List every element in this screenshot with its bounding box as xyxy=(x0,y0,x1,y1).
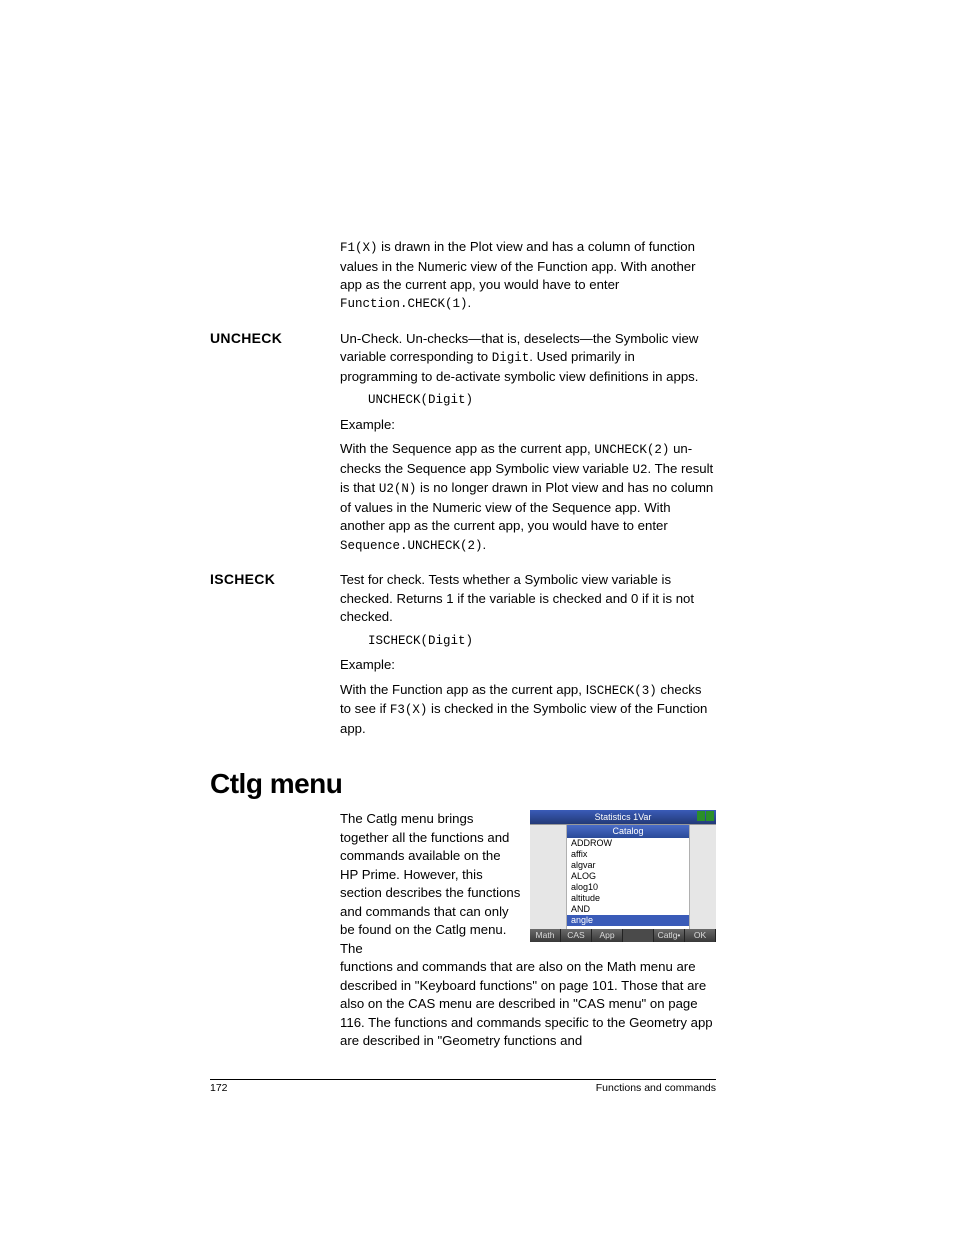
ischeck-example: With the Function app as the current app… xyxy=(340,681,716,738)
status-indicators xyxy=(697,811,714,821)
ischeck-label: ISCHECK xyxy=(210,571,340,744)
example-label: Example: xyxy=(340,656,716,674)
list-item-selected: angle xyxy=(567,915,689,926)
list-item: AND xyxy=(567,904,689,915)
softkey-app: App xyxy=(592,929,623,942)
footer-section: Functions and commands xyxy=(596,1082,716,1094)
ischeck-syntax: ISCHECK(Digit) xyxy=(340,633,716,651)
page: F1(X) is drawn in the Plot view and has … xyxy=(0,0,954,1094)
catalog-header: Catalog xyxy=(567,825,689,838)
softkey-row: Math CAS App Catlg• OK xyxy=(530,929,716,942)
softkey-blank xyxy=(623,929,654,942)
softkey-math: Math xyxy=(530,929,561,942)
list-item: affix xyxy=(567,849,689,860)
uncheck-label: UNCHECK xyxy=(210,330,340,561)
uncheck-syntax: UNCHECK(Digit) xyxy=(340,392,716,410)
code: Function.CHECK(1) xyxy=(340,297,468,311)
ctlg-intro: The Catlg menu brings together all the f… xyxy=(340,810,522,958)
list-item: ADDROW xyxy=(567,838,689,849)
ctlg-block: The Catlg menu brings together all the f… xyxy=(210,810,716,1056)
ctlg-heading: Ctlg menu xyxy=(210,768,716,800)
page-footer: 172 Functions and commands xyxy=(210,1079,716,1094)
uncheck-block: UNCHECK Un-Check. Un-checks—that is, des… xyxy=(210,330,716,561)
uncheck-example: With the Sequence app as the current app… xyxy=(340,440,716,555)
intro-block: F1(X) is drawn in the Plot view and has … xyxy=(210,238,716,320)
intro-para: F1(X) is drawn in the Plot view and has … xyxy=(340,238,716,314)
catalog-list: Catalog ADDROW affix algvar ALOG alog10 … xyxy=(567,825,689,929)
example-label: Example: xyxy=(340,416,716,434)
softkey-cas: CAS xyxy=(561,929,592,942)
softkey-ok: OK xyxy=(685,929,716,942)
screenshot-titlebar: Statistics 1Var xyxy=(530,810,716,824)
code: F1(X) xyxy=(340,241,378,255)
uncheck-desc: Un-Check. Un-checks—that is, deselects—t… xyxy=(340,330,716,386)
catalog-screenshot: Statistics 1Var Catalog ADDROW affix alg… xyxy=(530,810,716,958)
list-item: altitude xyxy=(567,893,689,904)
softkey-catlg: Catlg• xyxy=(654,929,685,942)
screenshot-left-panel xyxy=(530,825,567,929)
ctlg-continuation: functions and commands that are also on … xyxy=(340,958,716,1050)
list-item: alog10 xyxy=(567,882,689,893)
page-number: 172 xyxy=(210,1082,228,1094)
screenshot-right-panel xyxy=(689,825,716,929)
ischeck-desc: Test for check. Tests whether a Symbolic… xyxy=(340,571,716,626)
list-item: algvar xyxy=(567,860,689,871)
list-item: ALOG xyxy=(567,871,689,882)
ischeck-block: ISCHECK Test for check. Tests whether a … xyxy=(210,571,716,744)
